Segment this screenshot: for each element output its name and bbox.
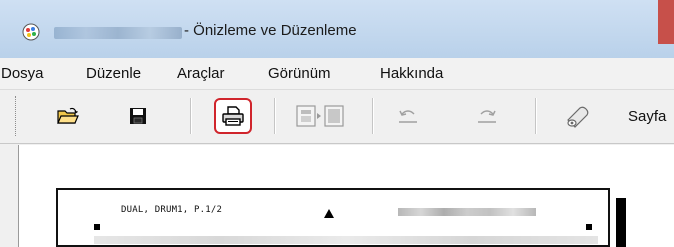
registration-mark: [586, 224, 592, 230]
toolbar-separator: [372, 98, 374, 134]
eraser-icon: [567, 106, 589, 128]
application-window: - Önizleme ve Düzenleme Dosya Düzenle Ar…: [0, 0, 674, 247]
page-content-strip: [94, 236, 598, 244]
page-label: Sayfa: [628, 108, 667, 125]
printer-icon: [222, 106, 244, 126]
toolbar-separator: [274, 98, 276, 134]
triangle-marker-icon: [324, 209, 334, 218]
undo-button[interactable]: [391, 100, 425, 132]
menu-bar: Dosya Düzenle Araçlar Görünüm Hakkında: [0, 58, 674, 90]
toolbar-separator: [535, 98, 537, 134]
blurred-page-text: [398, 208, 536, 216]
window-title: - Önizleme ve Düzenleme: [184, 22, 357, 39]
title-bar[interactable]: - Önizleme ve Düzenleme: [0, 0, 674, 58]
menu-duzenle[interactable]: Düzenle: [86, 65, 141, 82]
undo-icon: [399, 110, 417, 123]
menu-hakkinda[interactable]: Hakkında: [380, 65, 443, 82]
registration-mark: [94, 224, 100, 230]
redo-button[interactable]: [470, 100, 504, 132]
save-button[interactable]: [121, 100, 155, 132]
menu-araclar[interactable]: Araçlar: [177, 65, 225, 82]
eraser-button[interactable]: [561, 100, 595, 132]
page-shadow: [616, 198, 626, 247]
page-header-text: DUAL, DRUM1, P.1/2: [121, 205, 223, 215]
toolbar-grip[interactable]: [15, 96, 17, 136]
print-button[interactable]: [214, 98, 252, 134]
open-button[interactable]: [51, 100, 85, 132]
toolbar: Sayfa: [0, 90, 674, 144]
page-layout-icon: [296, 105, 344, 127]
close-button[interactable]: [658, 0, 674, 44]
page-layout-button[interactable]: [293, 100, 353, 132]
folder-open-icon: [57, 107, 79, 124]
redo-icon: [478, 110, 496, 123]
toolbar-separator: [190, 98, 192, 134]
blurred-document-name: [54, 27, 182, 39]
menu-gorunum[interactable]: Görünüm: [268, 65, 331, 82]
app-icon: [22, 23, 40, 41]
menu-dosya[interactable]: Dosya: [1, 65, 44, 82]
floppy-disk-icon: [130, 108, 146, 124]
